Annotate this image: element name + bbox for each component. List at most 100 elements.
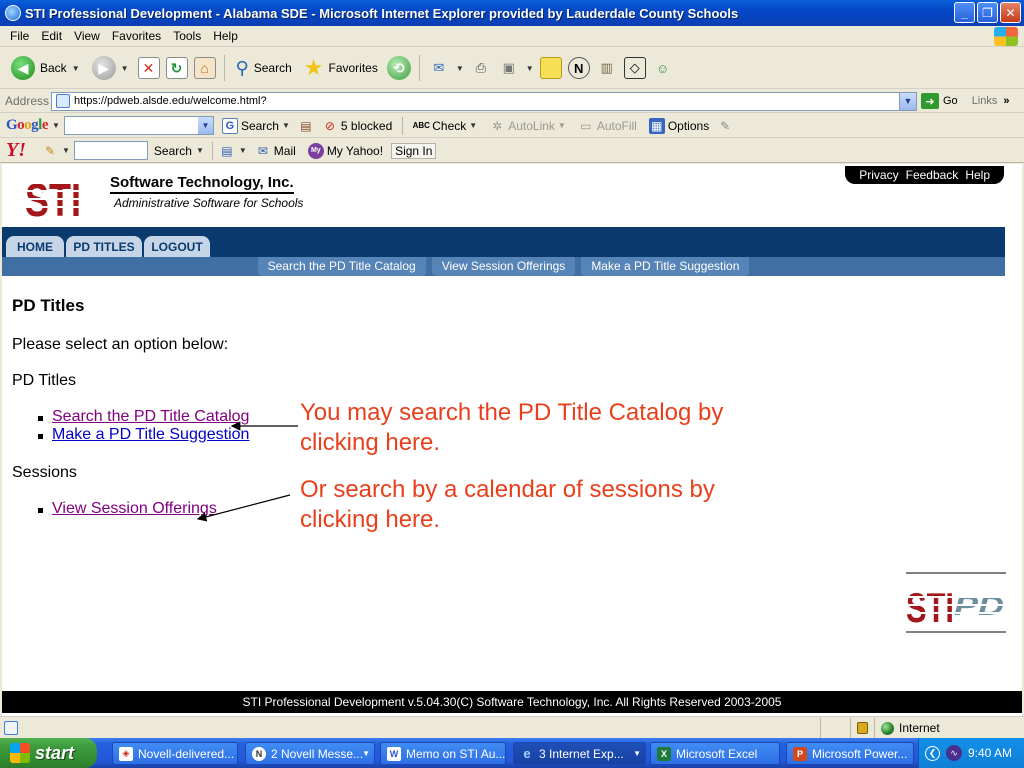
windows-logo-icon bbox=[994, 27, 1018, 46]
sign-in-button[interactable]: Sign In bbox=[391, 142, 437, 159]
spell-check-button[interactable]: ABC Check ▼ bbox=[409, 118, 481, 134]
my-yahoo-button[interactable]: My My Yahoo! bbox=[304, 142, 387, 159]
google-search-dropdown-icon[interactable]: ▼ bbox=[282, 121, 290, 130]
autolink-button[interactable]: ✲ AutoLink ▼ bbox=[485, 118, 570, 134]
forward-dropdown-icon[interactable]: ▼ bbox=[121, 64, 129, 73]
menu-edit[interactable]: Edit bbox=[35, 29, 68, 43]
google-logo[interactable]: Google bbox=[6, 117, 49, 134]
subnav-view-sessions[interactable]: View Session Offerings bbox=[431, 257, 576, 276]
links-chevron-icon[interactable]: » bbox=[1003, 95, 1009, 107]
back-button[interactable]: ◀ Back ▼ bbox=[8, 54, 83, 82]
ie-app-icon[interactable] bbox=[5, 5, 21, 21]
favorites-button[interactable]: ★ Favorites bbox=[301, 53, 381, 83]
go-label: Go bbox=[943, 95, 958, 107]
page-viewport: STI Software Technology, Inc. Administra… bbox=[2, 164, 1022, 716]
mail-dropdown-icon[interactable]: ▼ bbox=[456, 64, 464, 73]
tab-logout[interactable]: LOGOUT bbox=[144, 236, 210, 257]
globe-icon bbox=[881, 721, 894, 735]
options-button[interactable]: ▦ Options bbox=[645, 117, 713, 134]
menu-favorites[interactable]: Favorites bbox=[106, 29, 167, 43]
tab-home[interactable]: HOME bbox=[6, 236, 64, 257]
research-icon[interactable]: ▥ bbox=[596, 57, 618, 79]
address-input[interactable]: https://pdweb.alsde.edu/welcome.html? ▼ bbox=[51, 91, 917, 111]
calendar-icon[interactable]: ▤ bbox=[219, 143, 235, 159]
google-menu-dropdown-icon[interactable]: ▼ bbox=[52, 121, 60, 130]
task-novell-delivered[interactable]: ◈ Novell-delivered... bbox=[112, 742, 238, 765]
group-dropdown-icon[interactable]: ▼ bbox=[362, 749, 370, 758]
yahoo-logo[interactable]: Y! bbox=[6, 139, 26, 162]
sticky-note-icon[interactable] bbox=[539, 57, 562, 79]
close-button[interactable]: ✕ bbox=[1000, 2, 1021, 23]
search-button[interactable]: ⚲ Search bbox=[233, 56, 295, 81]
window-app-icon[interactable]: ◇ bbox=[623, 57, 646, 79]
task-excel[interactable]: X Microsoft Excel bbox=[650, 742, 780, 765]
yahoo-edit-dropdown-icon[interactable]: ▼ bbox=[62, 146, 70, 155]
security-cell[interactable] bbox=[850, 718, 874, 738]
task-novell-messenger[interactable]: N 2 Novell Messe... ▼ bbox=[245, 742, 375, 765]
edit-page-icon[interactable]: ▣ bbox=[498, 57, 520, 79]
menu-file[interactable]: File bbox=[4, 29, 35, 43]
yahoo-mail-button[interactable]: ✉ Mail bbox=[251, 143, 300, 159]
yahoo-edit-icon[interactable]: ✎ bbox=[42, 143, 58, 159]
google-search-button[interactable]: G Search ▼ bbox=[218, 117, 294, 134]
news-icon[interactable]: ▤ bbox=[298, 118, 314, 134]
view-sessions-link[interactable]: View Session Offerings bbox=[52, 500, 217, 518]
status-bar: Internet bbox=[0, 716, 1024, 738]
history-icon[interactable]: ⟲ bbox=[386, 56, 411, 80]
annotation-search-catalog: You may search the PD Title Catalog by c… bbox=[300, 399, 724, 456]
make-suggestion-link[interactable]: Make a PD Title Suggestion bbox=[52, 426, 249, 444]
calendar-dropdown-icon[interactable]: ▼ bbox=[239, 146, 247, 155]
google-search-input[interactable]: ▼ bbox=[63, 116, 214, 135]
maximize-button[interactable]: ❐ bbox=[977, 2, 998, 23]
edit-dropdown-icon[interactable]: ▼ bbox=[526, 64, 534, 73]
home-icon[interactable]: ⌂ bbox=[193, 57, 216, 79]
yahoo-search-input[interactable] bbox=[73, 141, 148, 160]
excel-icon: X bbox=[657, 746, 671, 761]
address-url[interactable]: https://pdweb.alsde.edu/welcome.html? bbox=[74, 95, 267, 107]
start-button[interactable]: start bbox=[0, 738, 97, 768]
status-zones: Internet bbox=[820, 717, 1024, 739]
task-label: Microsoft Excel bbox=[676, 746, 758, 761]
search-catalog-link[interactable]: Search the PD Title Catalog bbox=[52, 408, 249, 426]
feedback-link[interactable]: Feedback bbox=[906, 168, 959, 182]
pencil-icon[interactable]: ✎ bbox=[717, 118, 733, 134]
mail-icon[interactable]: ✉ bbox=[428, 57, 450, 79]
privacy-link[interactable]: Privacy bbox=[859, 168, 898, 182]
autolink-dropdown-icon[interactable]: ▼ bbox=[558, 121, 566, 130]
address-dropdown-icon[interactable]: ▼ bbox=[899, 92, 916, 110]
yahoo-search-dropdown-icon[interactable]: ▼ bbox=[196, 146, 204, 155]
back-dropdown-icon[interactable]: ▼ bbox=[72, 64, 80, 73]
yahoo-search-button[interactable]: Search ▼ bbox=[152, 144, 206, 158]
novell-messenger-icon[interactable]: N bbox=[567, 57, 590, 79]
address-label: Address bbox=[5, 94, 50, 108]
google-search-label: Search bbox=[240, 118, 279, 133]
window-title-bar[interactable]: STI Professional Development - Alabama S… bbox=[0, 0, 1024, 26]
messenger-people-icon[interactable]: ☺ bbox=[652, 57, 674, 79]
menu-tools[interactable]: Tools bbox=[167, 29, 207, 43]
links-label[interactable]: Links bbox=[972, 95, 998, 107]
check-dropdown-icon[interactable]: ▼ bbox=[469, 121, 477, 130]
go-button[interactable]: ➜ Go bbox=[921, 93, 958, 109]
forward-button[interactable]: ▶ ▼ bbox=[89, 54, 132, 82]
task-word-memo[interactable]: W Memo on STI Au... bbox=[380, 742, 506, 765]
popup-blocker-button[interactable]: ⊘ 5 blocked bbox=[318, 118, 396, 134]
stop-icon[interactable]: ✕ bbox=[137, 57, 160, 79]
zone-cell[interactable]: Internet bbox=[874, 718, 1024, 738]
group-dropdown-icon[interactable]: ▼ bbox=[633, 749, 641, 758]
minimize-button[interactable]: _ bbox=[954, 2, 975, 23]
show-hidden-icons-icon[interactable]: ❮ bbox=[925, 745, 940, 761]
refresh-icon[interactable]: ↻ bbox=[165, 57, 188, 79]
audio-meter-icon[interactable]: ∿ bbox=[946, 745, 962, 761]
help-link[interactable]: Help bbox=[965, 168, 990, 182]
tab-pd-titles[interactable]: PD TITLES bbox=[66, 236, 142, 257]
task-powerpoint[interactable]: P Microsoft Power... bbox=[786, 742, 914, 765]
subnav-make-suggestion[interactable]: Make a PD Title Suggestion bbox=[581, 257, 750, 276]
print-icon[interactable]: ⎙ bbox=[470, 57, 492, 79]
task-internet-explorer[interactable]: e 3 Internet Exp... ▼ bbox=[513, 742, 646, 765]
clock[interactable]: 9:40 AM bbox=[968, 746, 1012, 760]
subnav-search-catalog[interactable]: Search the PD Title Catalog bbox=[257, 257, 426, 276]
google-input-dropdown-icon[interactable]: ▼ bbox=[197, 117, 213, 134]
menu-help[interactable]: Help bbox=[207, 29, 244, 43]
menu-view[interactable]: View bbox=[68, 29, 106, 43]
autofill-button[interactable]: ▭ AutoFill bbox=[574, 118, 641, 134]
